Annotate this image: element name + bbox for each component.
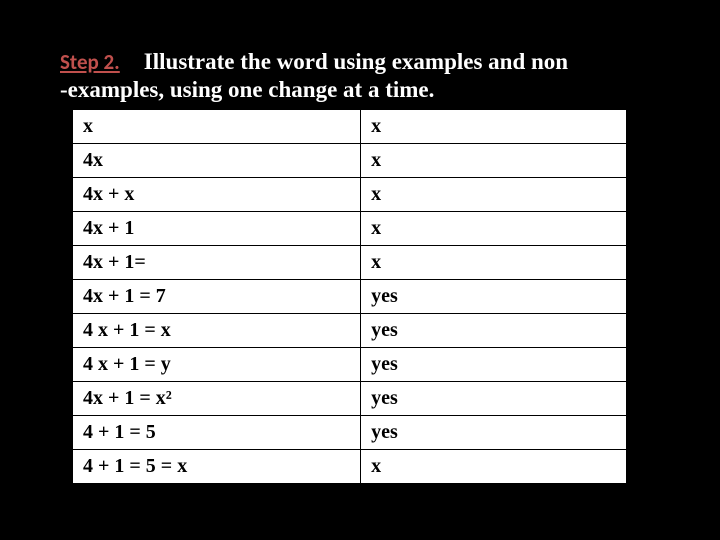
table-row: 4 x + 1 = y yes: [73, 348, 627, 382]
result-cell: yes: [361, 416, 627, 450]
result-cell: x: [361, 144, 627, 178]
table-row: 4x x: [73, 144, 627, 178]
table-row: 4x + 1= x: [73, 246, 627, 280]
result-cell: x: [361, 212, 627, 246]
result-cell: x: [361, 178, 627, 212]
expr-cell: 4x + 1=: [73, 246, 361, 280]
expr-cell: x: [73, 110, 361, 144]
table-row: x x: [73, 110, 627, 144]
table-row: 4x + x x: [73, 178, 627, 212]
examples-table: x x 4x x 4x + x x 4x + 1 x 4x + 1= x 4x …: [72, 109, 627, 484]
expr-cell: 4 x + 1 = x: [73, 314, 361, 348]
step-heading: Step 2. Illustrate the word using example…: [60, 48, 660, 103]
heading-line2: -examples, using one change at a time.: [60, 77, 434, 102]
expr-cell: 4 x + 1 = y: [73, 348, 361, 382]
result-cell: yes: [361, 348, 627, 382]
table-row: 4x + 1 = 7 yes: [73, 280, 627, 314]
table-row: 4 x + 1 = x yes: [73, 314, 627, 348]
expr-cell: 4 + 1 = 5 = x: [73, 450, 361, 484]
table-row: 4x + 1 = x² yes: [73, 382, 627, 416]
expr-cell: 4x + 1 = 7: [73, 280, 361, 314]
expr-cell: 4x: [73, 144, 361, 178]
step-label: Step 2.: [60, 49, 120, 75]
expr-cell: 4x + 1 = x²: [73, 382, 361, 416]
heading-line1: Illustrate the word using examples and n…: [144, 49, 568, 74]
result-cell: yes: [361, 280, 627, 314]
result-cell: yes: [361, 382, 627, 416]
table-row: 4 + 1 = 5 yes: [73, 416, 627, 450]
result-cell: x: [361, 450, 627, 484]
result-cell: x: [361, 246, 627, 280]
expr-cell: 4x + x: [73, 178, 361, 212]
table-row: 4 + 1 = 5 = x x: [73, 450, 627, 484]
expr-cell: 4x + 1: [73, 212, 361, 246]
result-cell: x: [361, 110, 627, 144]
expr-cell: 4 + 1 = 5: [73, 416, 361, 450]
result-cell: yes: [361, 314, 627, 348]
table-row: 4x + 1 x: [73, 212, 627, 246]
